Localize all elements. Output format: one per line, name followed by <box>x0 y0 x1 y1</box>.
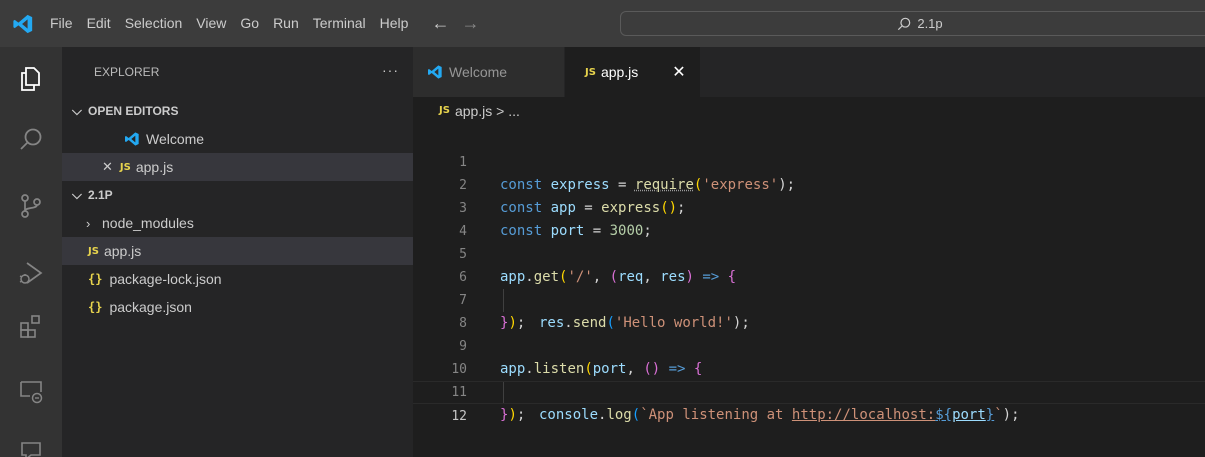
more-actions-icon[interactable]: ··· <box>382 62 399 78</box>
tree-item-label: package.json <box>109 299 192 315</box>
menu-terminal[interactable]: Terminal <box>306 0 373 47</box>
open-editor-label: Welcome <box>146 131 205 147</box>
forward-arrow-icon[interactable]: → <box>461 13 479 34</box>
folder-title: 2.1P <box>88 188 113 202</box>
menu-edit[interactable]: Edit <box>80 0 118 47</box>
chevron-down-icon: ⌵ <box>72 187 82 202</box>
menu-bar: File Edit Selection View Go Run Terminal… <box>46 0 415 47</box>
tree-item-package-json[interactable]: {} package.json <box>62 293 413 321</box>
code-text: }); <box>500 407 526 423</box>
code-line: 10 console.log(`App listening at http://… <box>413 335 1205 423</box>
code-line: 11 }); <box>413 358 1205 423</box>
open-editor-welcome[interactable]: Welcome <box>62 125 413 153</box>
json-file-icon: {} <box>88 272 103 286</box>
code-text: console.log(`App listening at http://loc… <box>539 407 1020 423</box>
tree-item-label: node_modules <box>102 215 194 231</box>
open-editor-label: app.js <box>135 159 174 175</box>
tree-item-package-lock-json[interactable]: {} package-lock.json <box>62 265 413 293</box>
explorer-icon[interactable] <box>0 51 62 107</box>
open-editors-title: OPEN EDITORS <box>88 104 179 118</box>
close-icon[interactable]: ✕ <box>672 62 685 82</box>
breadcrumb-path[interactable]: app.js > ... <box>455 103 520 119</box>
search-icon <box>898 17 911 30</box>
code-line: 2 const app = express(); <box>413 151 1205 216</box>
json-file-icon: {} <box>88 300 103 314</box>
code-line: 8 <box>413 289 1205 331</box>
menu-file[interactable]: File <box>46 0 80 47</box>
extensions-icon[interactable] <box>0 298 62 354</box>
remote-explorer-icon[interactable] <box>0 363 62 419</box>
code-line: 6 res.send('Hello world!'); <box>413 243 1205 331</box>
code-line: 5 app.get('/', (req, res) => { <box>413 220 1205 285</box>
tree-item-label: package-lock.json <box>109 271 222 287</box>
code-line: 9 app.listen(port, () => { <box>413 312 1205 377</box>
code-line: 3 const port = 3000; <box>413 174 1205 239</box>
breadcrumb: JS app.js > ... <box>413 97 1205 124</box>
folder-section-2-1p[interactable]: ⌵ 2.1P <box>62 181 413 209</box>
line-number: 12 <box>451 409 467 424</box>
activity-bar <box>0 47 62 457</box>
tab-label: app.js <box>600 64 639 80</box>
back-arrow-icon[interactable]: ← <box>431 13 449 34</box>
source-control-icon[interactable] <box>0 178 62 234</box>
code-line: 4 <box>413 197 1205 239</box>
testing-icon[interactable] <box>0 423 62 457</box>
menu-view[interactable]: View <box>189 0 233 47</box>
code-line: 7 }); <box>413 266 1205 331</box>
tree-item-app-js[interactable]: JS app.js <box>62 237 413 265</box>
menu-help[interactable]: Help <box>373 0 416 47</box>
chevron-down-icon: ⌵ <box>72 103 82 118</box>
command-center-search[interactable]: 2.1p <box>620 11 1205 36</box>
search-text: 2.1p <box>917 16 943 31</box>
editor-tab-bar: Welcome JS app.js ✕ <box>413 47 1205 97</box>
tab-welcome[interactable]: Welcome <box>413 47 565 97</box>
javascript-file-icon: JS <box>439 105 450 116</box>
run-debug-icon[interactable] <box>0 245 62 301</box>
menu-run[interactable]: Run <box>266 0 306 47</box>
tab-label: Welcome <box>449 64 508 80</box>
explorer-sidebar: EXPLORER ··· ⌵ OPEN EDITORS Welcome ✕ JS… <box>62 47 413 457</box>
search-icon[interactable] <box>0 112 62 168</box>
javascript-file-icon: JS <box>585 66 596 78</box>
tab-app-js[interactable]: JS app.js ✕ <box>565 47 701 97</box>
open-editors-section[interactable]: ⌵ OPEN EDITORS <box>62 97 413 125</box>
navigation-arrows: ← → <box>431 13 479 34</box>
menu-go[interactable]: Go <box>233 0 266 47</box>
javascript-file-icon: JS <box>119 161 131 173</box>
open-editor-app-js[interactable]: ✕ JS app.js <box>62 153 413 181</box>
code-line-current: 12 <box>413 381 1205 424</box>
close-icon[interactable]: ✕ <box>102 159 113 175</box>
menu-selection[interactable]: Selection <box>118 0 190 47</box>
vscode-logo-icon <box>428 65 442 79</box>
code-editor[interactable]: 1 const express = require('express'); 2 … <box>413 124 1205 457</box>
explorer-title: EXPLORER <box>94 65 160 79</box>
chevron-right-icon: › <box>86 215 91 231</box>
code-line: 1 const express = require('express'); <box>413 128 1205 193</box>
tree-item-label: app.js <box>103 243 142 259</box>
tree-item-node-modules[interactable]: › node_modules <box>62 209 413 237</box>
vscode-logo-icon <box>0 0 46 47</box>
javascript-file-icon: JS <box>88 245 99 257</box>
title-bar: File Edit Selection View Go Run Terminal… <box>0 0 1205 47</box>
explorer-header: EXPLORER ··· <box>62 47 413 97</box>
vscode-logo-icon <box>125 132 139 146</box>
